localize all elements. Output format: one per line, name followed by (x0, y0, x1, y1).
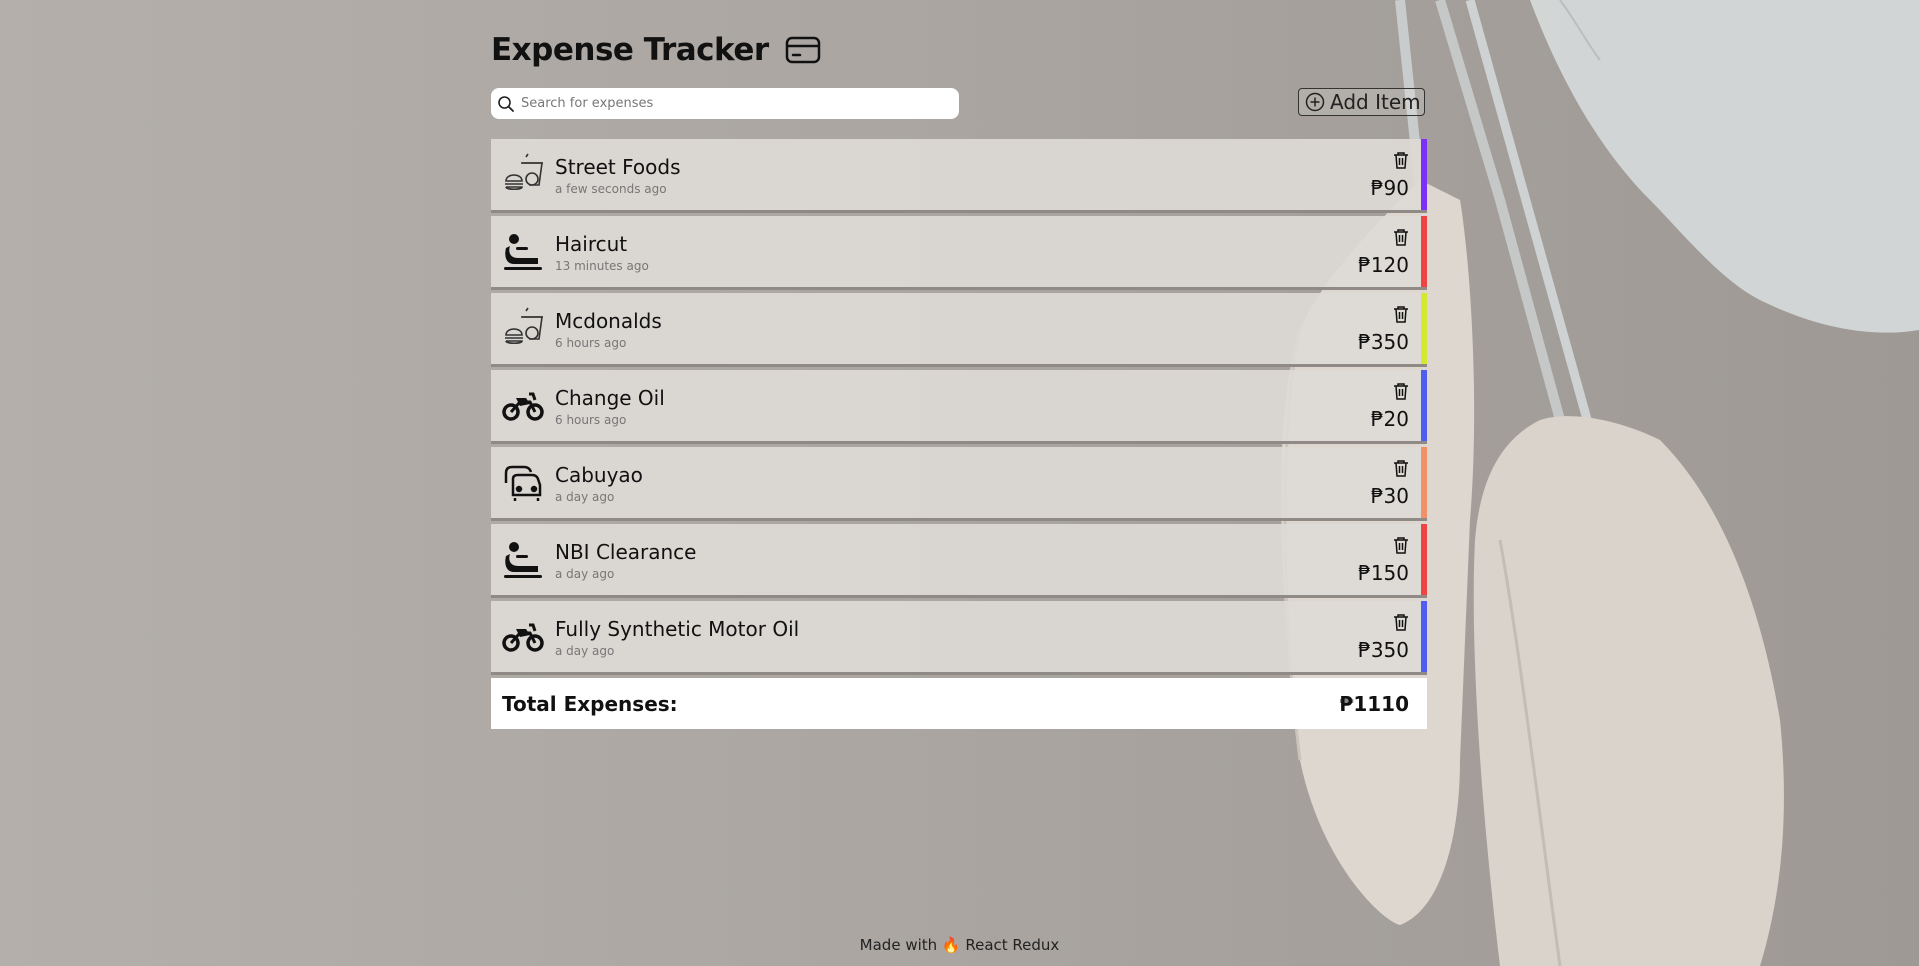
expense-name: NBI Clearance (555, 540, 697, 564)
expense-name: Haircut (555, 232, 628, 256)
expense-name: Change Oil (555, 386, 665, 410)
trash-icon[interactable] (1393, 613, 1409, 631)
expense-amount: ₱90 (1370, 176, 1409, 200)
category-color-bar (1421, 601, 1427, 672)
motorbike-icon (502, 615, 544, 657)
massage-icon (502, 538, 544, 580)
food-icon (502, 153, 544, 195)
trash-icon[interactable] (1393, 151, 1409, 169)
expense-name: Street Foods (555, 155, 681, 179)
add-item-label: Add Item (1330, 90, 1421, 114)
plus-circle-icon (1305, 92, 1325, 112)
expense-list: Street Foods a few seconds ago ₱90 Hairc… (491, 139, 1427, 678)
trash-icon[interactable] (1393, 382, 1409, 400)
category-color-bar (1421, 216, 1427, 287)
category-color-bar (1421, 293, 1427, 364)
expense-name: Cabuyao (555, 463, 643, 487)
expense-time: a day ago (555, 490, 615, 504)
category-color-bar (1421, 370, 1427, 441)
credit-card-icon (785, 36, 821, 64)
category-color-bar (1421, 524, 1427, 595)
expense-name: Mcdonalds (555, 309, 662, 333)
expense-item[interactable]: Cabuyao a day ago ₱30 (491, 447, 1427, 521)
footer: Made with 🔥 React Redux (859, 936, 1060, 954)
expense-time: 6 hours ago (555, 413, 627, 427)
expense-amount: ₱30 (1370, 484, 1409, 508)
search-icon (497, 95, 515, 113)
expense-item[interactable]: Haircut 13 minutes ago ₱120 (491, 216, 1427, 290)
search-input[interactable] (515, 88, 959, 119)
expense-amount: ₱150 (1358, 561, 1409, 585)
expense-item[interactable]: Fully Synthetic Motor Oil a day ago ₱350 (491, 601, 1427, 675)
expense-item[interactable]: NBI Clearance a day ago ₱150 (491, 524, 1427, 598)
trash-icon[interactable] (1393, 305, 1409, 323)
expense-amount: ₱120 (1358, 253, 1409, 277)
motorbike-icon (502, 384, 544, 426)
expense-amount: ₱350 (1358, 638, 1409, 662)
trash-icon[interactable] (1393, 459, 1409, 477)
total-bar: Total Expenses: ₱1110 (491, 678, 1427, 729)
expense-time: a few seconds ago (555, 182, 667, 196)
food-icon (502, 307, 544, 349)
total-label: Total Expenses: (502, 692, 678, 716)
expense-name: Fully Synthetic Motor Oil (555, 617, 800, 641)
search-bar (491, 88, 959, 119)
expense-time: 6 hours ago (555, 336, 627, 350)
expense-item[interactable]: Change Oil 6 hours ago ₱20 (491, 370, 1427, 444)
trash-icon[interactable] (1393, 228, 1409, 246)
category-color-bar (1421, 447, 1427, 518)
header: Expense Tracker (491, 30, 821, 70)
expense-item[interactable]: Mcdonalds 6 hours ago ₱350 (491, 293, 1427, 367)
add-item-button[interactable]: Add Item (1298, 88, 1425, 116)
total-value: ₱1110 (1339, 692, 1409, 716)
trash-icon[interactable] (1393, 536, 1409, 554)
expense-amount: ₱350 (1358, 330, 1409, 354)
expense-time: a day ago (555, 644, 615, 658)
expense-time: a day ago (555, 567, 615, 581)
expense-amount: ₱20 (1370, 407, 1409, 431)
category-color-bar (1421, 139, 1427, 210)
cars-icon (502, 461, 544, 503)
massage-icon (502, 230, 544, 272)
expense-item[interactable]: Street Foods a few seconds ago ₱90 (491, 139, 1427, 213)
app-title: Expense Tracker (491, 32, 769, 68)
expense-time: 13 minutes ago (555, 259, 649, 273)
